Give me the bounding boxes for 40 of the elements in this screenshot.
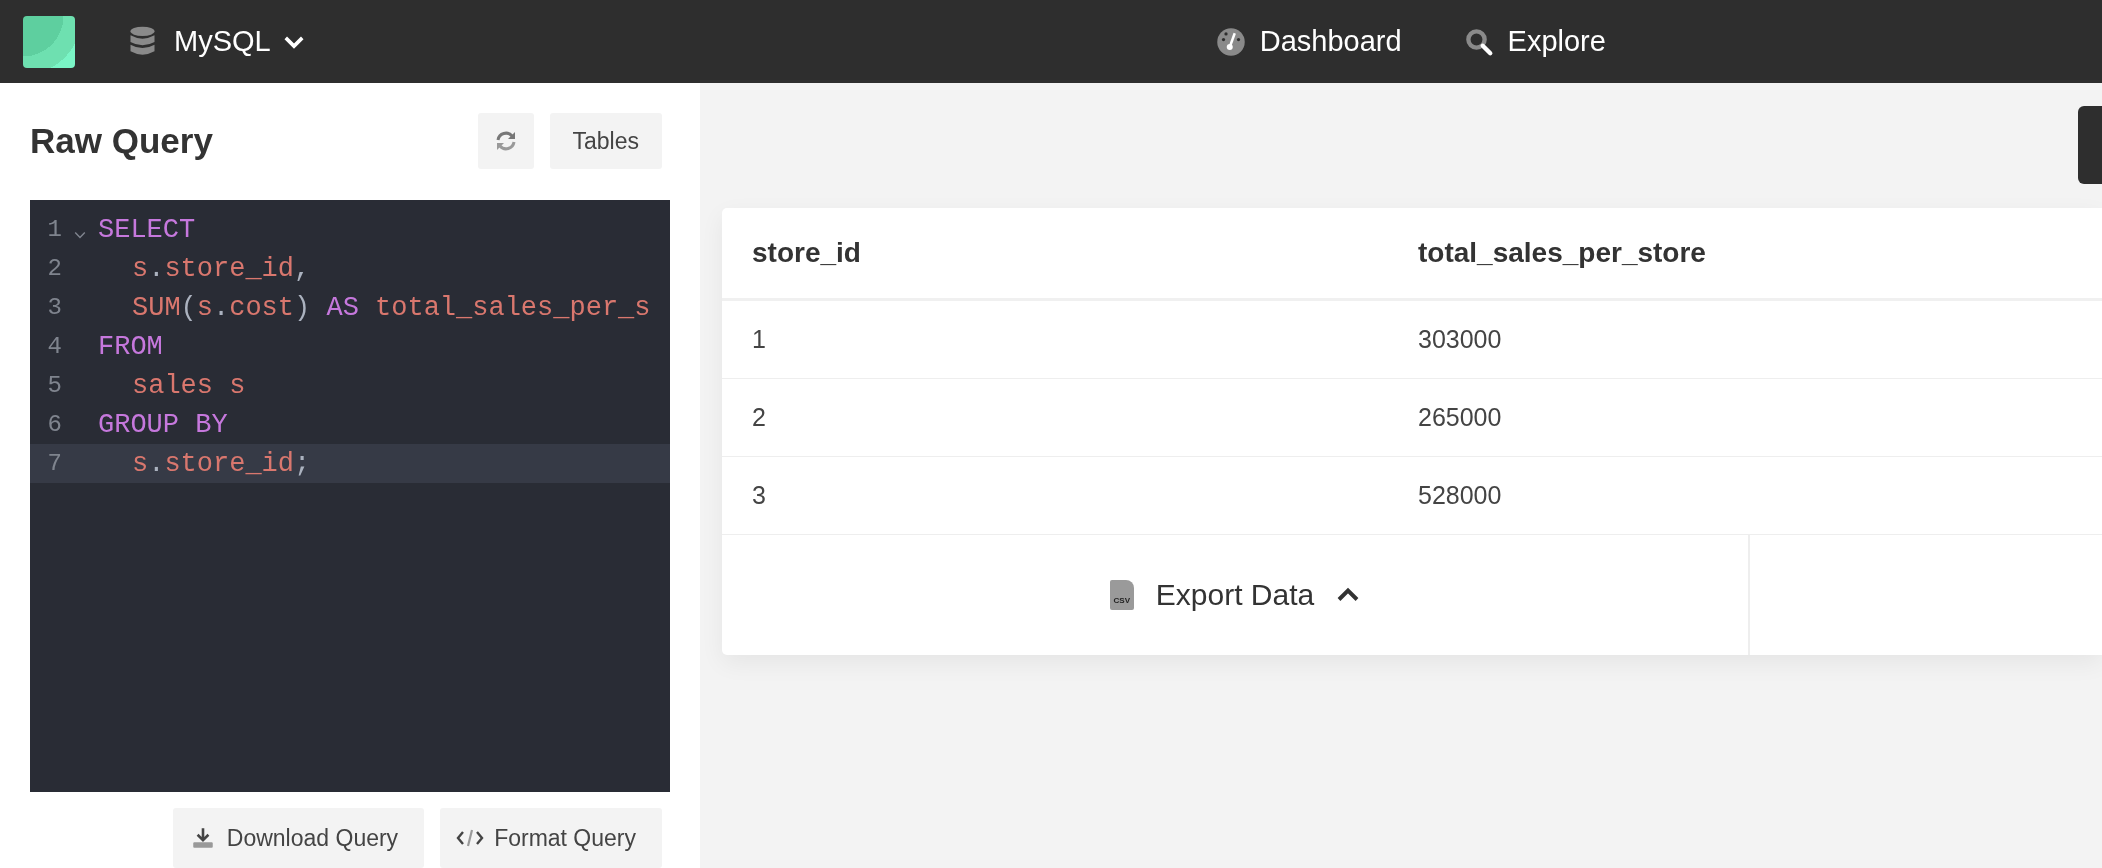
table-cell-text: 528000 — [1417, 481, 1502, 510]
column-header: total_sales_per_store — [1417, 237, 1706, 269]
table-cell-text: 265000 — [1417, 403, 1502, 432]
line-number: 6 — [46, 411, 62, 438]
code-line: FROM — [98, 331, 163, 362]
download-query-button[interactable]: Download Query — [172, 808, 425, 868]
csv-file-icon: CSV — [1109, 580, 1134, 610]
tables-button[interactable]: Tables — [549, 113, 662, 169]
search-icon — [1463, 26, 1494, 57]
table-cell-text: 3 — [751, 481, 767, 510]
panel-title: Raw Query — [30, 121, 213, 161]
export-data-button[interactable]: CSV Export Data — [722, 535, 1750, 655]
format-query-button[interactable]: Format Query — [440, 808, 662, 868]
logo-icon[interactable] — [23, 15, 75, 68]
table-cell-text: 1 — [751, 325, 767, 354]
code-line: GROUP BY — [98, 409, 228, 440]
line-number: 7 — [46, 450, 62, 477]
dashboard-link[interactable]: Dashboard — [1215, 25, 1402, 58]
code-editor[interactable]: 1 SELECT 2 s.store_id, 3 SUM(s.cost) AS total_sales_per_s 4 FROM 5 sales s 6 GROUP BY 7 s.store_id; — [30, 200, 670, 792]
code-line: SUM(s.cost) AS total_sales_per_s — [131, 292, 651, 323]
line-number: 5 — [46, 372, 62, 399]
fold-caret-icon[interactable] — [74, 230, 86, 239]
code-line: s.store_id, — [131, 253, 311, 284]
explore-link[interactable]: Explore — [1463, 25, 1606, 58]
code-line: SELECT — [98, 214, 196, 245]
gauge-icon — [1215, 26, 1246, 57]
line-number: 4 — [46, 333, 62, 360]
chevron-down-icon — [282, 34, 305, 49]
code-line: sales s — [131, 370, 246, 401]
column-header: store_id — [751, 237, 862, 269]
line-number: 3 — [46, 294, 62, 321]
line-number: 1 — [46, 216, 62, 243]
chevron-up-icon — [1336, 587, 1361, 603]
line-number: 2 — [46, 255, 62, 282]
database-icon — [129, 25, 156, 58]
table-cell-text: 303000 — [1417, 325, 1502, 354]
code-line: s.store_id; — [131, 448, 311, 479]
database-dropdown[interactable]: MySQL — [129, 25, 305, 58]
table-cell-text: 2 — [751, 403, 767, 432]
refresh-button[interactable] — [477, 113, 534, 169]
